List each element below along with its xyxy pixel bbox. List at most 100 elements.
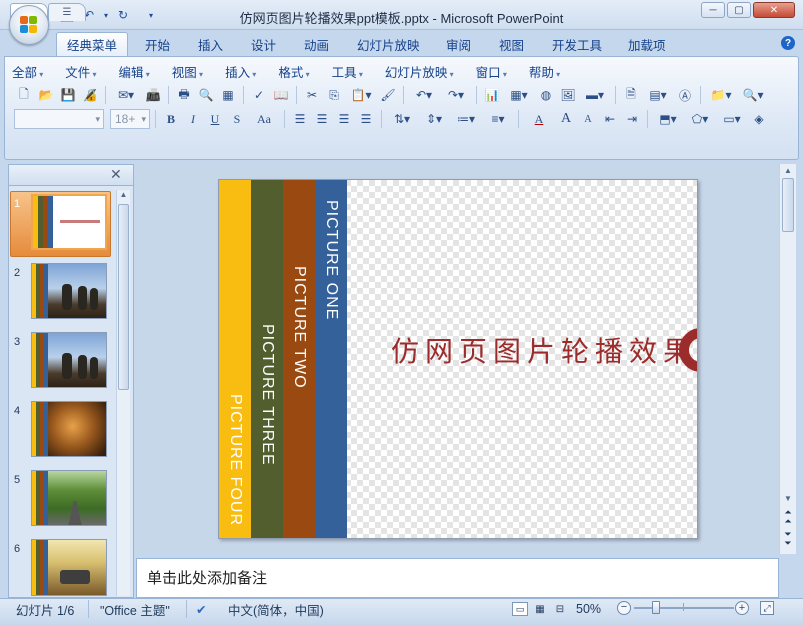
menu-view[interactable]: 视图: [172, 62, 203, 81]
underline-button[interactable]: U: [205, 109, 225, 129]
undo-icon[interactable]: ↶▾: [409, 85, 439, 105]
slide-thumbnail-6[interactable]: [31, 539, 107, 596]
picture-three-bar[interactable]: PICTURE THREE: [251, 180, 283, 538]
text-direction-icon[interactable]: ⇅▾: [387, 109, 417, 129]
menu-format[interactable]: 格式: [278, 62, 309, 81]
menu-edit[interactable]: 编辑: [119, 62, 150, 81]
shrink-font-button[interactable]: A: [578, 109, 598, 129]
picture-two-bar[interactable]: PICTURE TWO: [283, 180, 315, 538]
arrange-icon[interactable]: ▭▾: [717, 109, 747, 129]
zoom-slider-thumb[interactable]: [652, 601, 660, 614]
shapes-icon[interactable]: ⬠▾: [685, 109, 715, 129]
paste-icon[interactable]: 📋▾: [346, 85, 376, 105]
next-slide-icon[interactable]: ⏷ ⏷: [782, 530, 794, 548]
theme-status[interactable]: "Office 主题": [100, 600, 170, 618]
layout-icon[interactable]: ▤▾: [643, 85, 673, 105]
close-button[interactable]: ✕: [753, 2, 795, 18]
fit-to-window-icon[interactable]: ⤢: [760, 601, 774, 615]
slide-sorter-icon[interactable]: ▦: [532, 602, 548, 616]
align-text-icon[interactable]: ⇕▾: [419, 109, 449, 129]
tab-developer[interactable]: 开发工具: [542, 32, 612, 56]
copy-icon[interactable]: ⎘: [324, 85, 344, 105]
slide-thumbnail-1[interactable]: [31, 194, 107, 250]
tab-home[interactable]: 开始: [135, 32, 180, 56]
picture-one-bar[interactable]: PICTURE ONE: [315, 180, 347, 538]
align-left-icon[interactable]: ☰: [290, 109, 310, 129]
font-color-button[interactable]: A: [524, 109, 554, 129]
print-preview-icon[interactable]: 🔍: [196, 85, 216, 105]
publish-icon[interactable]: 📠: [143, 85, 163, 105]
format-painter-icon[interactable]: 🖌: [378, 85, 398, 105]
tab-addins[interactable]: 加载项: [618, 32, 676, 56]
font-name-combo[interactable]: [14, 109, 104, 129]
picture-four-bar[interactable]: PICTURE FOUR: [219, 180, 251, 538]
menu-help[interactable]: 帮助: [529, 62, 560, 81]
new-doc-icon[interactable]: 🗋: [14, 85, 34, 105]
tab-animation[interactable]: 动画: [294, 32, 339, 56]
table-icon[interactable]: ▦▾: [504, 85, 534, 105]
font-size-combo[interactable]: 18+: [110, 109, 150, 129]
fill-bucket-icon[interactable]: ◈: [749, 109, 769, 129]
redo-icon[interactable]: ↷▾: [441, 85, 471, 105]
office-button[interactable]: [9, 5, 49, 45]
grow-font-button[interactable]: A: [556, 109, 576, 129]
menu-slideshow[interactable]: 幻灯片放映: [385, 62, 454, 81]
change-case-button[interactable]: Aa: [249, 109, 279, 129]
menu-all[interactable]: 全部: [12, 62, 43, 81]
slide-title[interactable]: 仿网页图片轮播效果: [391, 330, 697, 370]
slide-canvas[interactable]: PICTURE FOUR PICTURE THREE PICTURE TWO P…: [218, 179, 698, 539]
menu-insert[interactable]: 插入: [225, 62, 256, 81]
zoom-slider-track[interactable]: [634, 607, 734, 609]
folder-icon[interactable]: 📁▾: [706, 85, 736, 105]
slideshow-view-icon[interactable]: ⊟: [552, 602, 568, 616]
slide-scrollbar[interactable]: ▲ ▼ ⏶ ⏶ ⏷ ⏷: [779, 164, 796, 554]
slides-pane-scrollbar[interactable]: ▲: [116, 190, 130, 596]
spelling-icon[interactable]: ✓: [249, 85, 269, 105]
save-icon[interactable]: 💾: [58, 85, 78, 105]
scroll-thumb[interactable]: [118, 204, 129, 390]
zoom-in-icon[interactable]: +: [735, 601, 749, 615]
clipart-icon[interactable]: ◍: [536, 85, 556, 105]
research-icon[interactable]: 📖: [271, 85, 291, 105]
align-right-icon[interactable]: ☰: [334, 109, 354, 129]
chart-icon[interactable]: 📊: [482, 85, 502, 105]
tab-classic-menu[interactable]: 经典菜单: [56, 32, 129, 56]
help-icon[interactable]: ?: [781, 36, 795, 50]
minimize-button[interactable]: ─: [701, 2, 725, 18]
slide-thumbnail-2[interactable]: [31, 263, 107, 319]
bold-button[interactable]: B: [161, 109, 181, 129]
justify-icon[interactable]: ☰: [356, 109, 376, 129]
align-center-icon[interactable]: ☰: [312, 109, 332, 129]
print-icon[interactable]: 🖶: [174, 85, 194, 105]
increase-indent-icon[interactable]: ⇥: [622, 109, 642, 129]
open-folder-icon[interactable]: 📂: [36, 85, 56, 105]
maximize-button[interactable]: ▢: [727, 2, 751, 18]
tab-design[interactable]: 设计: [241, 32, 286, 56]
cut-icon[interactable]: ✂: [302, 85, 322, 105]
language-status[interactable]: 中文(简体，中国): [228, 600, 324, 618]
normal-view-icon[interactable]: ▭: [512, 602, 528, 616]
scroll-up-icon[interactable]: ▲: [118, 190, 129, 202]
previous-slide-icon[interactable]: ⏶ ⏶: [782, 508, 794, 526]
zoom-level[interactable]: 50%: [576, 600, 601, 618]
new-slide-icon[interactable]: 🗎: [621, 85, 641, 105]
scroll-down-icon[interactable]: ▼: [782, 494, 794, 503]
tab-insert[interactable]: 插入: [188, 32, 233, 56]
menu-file[interactable]: 文件: [65, 62, 96, 81]
slide-thumbnail-5[interactable]: [31, 470, 107, 526]
picture-icon[interactable]: 🖼: [558, 85, 578, 105]
shape-fill-icon[interactable]: ⬒▾: [653, 109, 683, 129]
textbox-icon[interactable]: Ⓐ: [675, 85, 695, 105]
slide-thumbnail-3[interactable]: [31, 332, 107, 388]
slide-thumbnail-4[interactable]: [31, 401, 107, 457]
close-pane-icon[interactable]: ✕: [110, 166, 122, 183]
shadow-button[interactable]: S: [227, 109, 247, 129]
tab-review[interactable]: 审阅: [436, 32, 481, 56]
scroll-thumb[interactable]: [782, 178, 794, 232]
bullets-icon[interactable]: ≡▾: [483, 109, 513, 129]
italic-button[interactable]: I: [183, 109, 203, 129]
menu-tools[interactable]: 工具: [332, 62, 363, 81]
scroll-up-icon[interactable]: ▲: [782, 166, 794, 175]
color-grayscale-icon[interactable]: ▬▾: [580, 85, 610, 105]
email-icon[interactable]: ✉▾: [111, 85, 141, 105]
